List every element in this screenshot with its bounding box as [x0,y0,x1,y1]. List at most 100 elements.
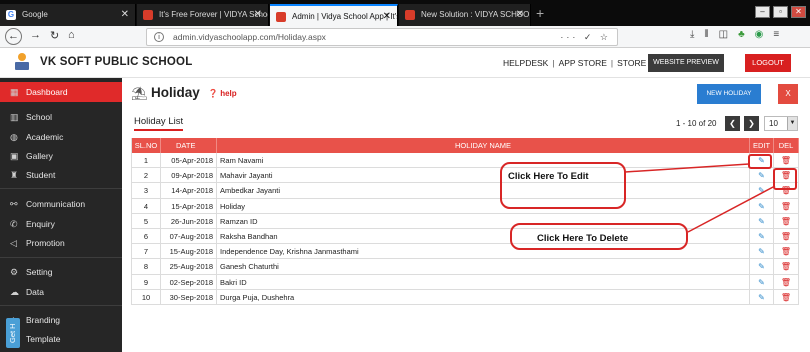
extension-icon[interactable]: ♣ [738,29,745,40]
app-store-link[interactable]: APP STORE [559,58,607,68]
browser-tab-google[interactable]: G Google ✕ [0,4,136,26]
logout-button[interactable]: LOGOUT [745,54,791,72]
cell-sl-no: 3 [131,183,161,198]
sidebar-item-label: School [26,112,52,122]
sidebar-item-label: Student [26,170,56,180]
help-label: help [220,89,237,98]
sidebar-item-gallery[interactable]: ▣ Gallery [0,146,122,166]
edit-button[interactable]: ✎ [750,198,774,213]
edit-button[interactable]: ✎ [750,244,774,259]
delete-button[interactable]: 🗑 [774,259,799,274]
sidebar-item-communication[interactable]: ⚯ Communication [0,194,122,214]
gear-icon: ⚙ [10,267,19,277]
delete-button[interactable]: 🗑 [774,228,799,244]
cell-date: 14-Apr-2018 [161,183,217,198]
menu-icon[interactable]: ≡ [773,29,779,40]
download-icon[interactable]: ⤓ [690,29,694,40]
edit-icon: ✎ [758,216,765,226]
delete-button[interactable]: 🗑 [774,153,799,168]
browser-tab-admin[interactable]: Admin | Vidya School App | It's ✕ [270,4,398,26]
table-row: 5 26-Jun-2018 Ramzan ID ✎ 🗑 [131,213,799,229]
col-sl-no: SL.NO [131,138,161,153]
sidebar-item-school[interactable]: ▥ School [0,107,122,127]
table-row: 4 15-Apr-2018 Holiday ✎ 🗑 [131,198,799,214]
vidya-favicon-icon [143,10,153,20]
help-link[interactable]: ❓ help [208,89,237,98]
sidebar-item-enquiry[interactable]: ✆ Enquiry [0,214,122,234]
edit-button[interactable]: ✎ [750,168,774,183]
new-tab-icon[interactable]: + [536,5,544,21]
website-preview-button[interactable]: WEBSITE PREVIEW [648,54,724,72]
url-bar[interactable]: i admin.vidyaschoolapp.com/Holiday.aspx … [146,28,618,46]
forward-arrow-icon[interactable]: → [30,29,41,41]
close-tab-icon[interactable]: ✕ [383,6,391,26]
close-button[interactable]: X [778,84,798,104]
sidebar-item-setting[interactable]: ⚙ Setting [0,262,122,282]
window-close-icon[interactable]: ✕ [791,6,806,18]
cell-holiday-name: Ram Navami [217,153,750,168]
trash-icon: 🗑 [780,201,792,211]
vidya-favicon-icon [276,12,286,22]
url-actions[interactable]: ··· ✓ ☆ [560,29,611,45]
delete-button[interactable]: 🗑 [774,289,799,304]
edit-button[interactable]: ✎ [750,274,774,289]
pagination-count: 1 - 10 of 20 [676,119,717,128]
back-arrow-icon[interactable]: ← [5,28,22,45]
table-body: 1 05-Apr-2018 Ram Navami ✎ 🗑 2 09-Apr-2018 Maha… [131,153,799,305]
edit-button[interactable]: ✎ [750,259,774,274]
delete-button[interactable]: 🗑 [774,274,799,289]
edit-icon: ✎ [758,292,765,302]
sidebar-toggle-icon[interactable]: ◫ [719,29,728,40]
browser-tab-new-solution[interactable]: New Solution : VIDYA SCHOOL ✕ [399,4,531,26]
prev-page-button[interactable]: ❮ [725,116,740,131]
sidebar-item-label: Academic [26,132,64,142]
library-icon[interactable]: ⫴ [704,29,708,40]
close-tab-icon[interactable]: ✕ [516,4,524,26]
sidebar-item-dashboard[interactable]: ▦ Dashboard [0,82,122,102]
delete-button[interactable]: 🗑 [774,198,799,213]
delete-button[interactable]: 🗑 [774,244,799,259]
cell-sl-no: 8 [131,259,161,274]
store-link[interactable]: STORE [617,58,646,68]
page-size-select[interactable]: 10 ▼ [764,116,798,131]
close-tab-icon[interactable]: ✕ [254,4,262,26]
new-holiday-button[interactable]: NEW HOLIDAY [697,84,761,104]
get-help-tab[interactable]: Get H [6,318,20,348]
maximize-icon[interactable]: ▫ [773,6,788,18]
delete-button[interactable]: 🗑 [774,213,799,228]
helpdesk-link[interactable]: HELPDESK [503,58,548,68]
sidebar-item-data[interactable]: ☁ Data [0,282,122,302]
edit-button[interactable]: ✎ [750,289,774,304]
sidebar-item-promotion[interactable]: ◁ Promotion [0,233,122,253]
edit-button[interactable]: ✎ [750,153,774,168]
image-icon: ▣ [10,151,19,161]
edit-button[interactable]: ✎ [750,183,774,198]
table-row: 8 25-Aug-2018 Ganesh Chaturthi ✎ 🗑 [131,259,799,275]
chrome-extension-icon[interactable]: ◉ [755,29,764,40]
reload-icon[interactable]: ↻ [50,29,59,42]
sidebar-item-label: Enquiry [26,219,55,229]
col-del: DEL [774,138,799,153]
edit-button[interactable]: ✎ [750,213,774,228]
browser-tab-free-forever[interactable]: It's Free Forever | VIDYA School ✕ [137,4,269,26]
home-icon[interactable]: ⌂ [68,29,75,41]
browser-nav-bar: ← → ↻ ⌂ i admin.vidyaschoolapp.com/Holid… [0,26,810,48]
edit-button[interactable]: ✎ [750,228,774,244]
cell-sl-no: 5 [131,213,161,228]
window-controls: – ▫ ✕ [755,6,806,18]
table-row: 1 05-Apr-2018 Ram Navami ✎ 🗑 [131,153,799,169]
next-page-button[interactable]: ❯ [744,116,759,131]
delete-button[interactable]: 🗑 [774,168,799,183]
globe-icon: ◍ [10,132,18,142]
sidebar-item-student[interactable]: ♜ Student [0,165,122,185]
close-tab-icon[interactable]: ✕ [121,4,129,26]
tab-holiday-list[interactable]: Holiday List [134,116,184,131]
sidebar-divider [0,305,122,306]
school-name: VK SOFT PUBLIC SCHOOL [40,56,193,68]
info-icon[interactable]: i [154,32,164,42]
cell-date: 02-Sep-2018 [161,274,217,289]
minimize-icon[interactable]: – [755,6,770,18]
sidebar-divider [0,188,122,189]
sidebar-item-academic[interactable]: ◍ Academic [0,127,122,147]
delete-button[interactable]: 🗑 [774,183,799,198]
